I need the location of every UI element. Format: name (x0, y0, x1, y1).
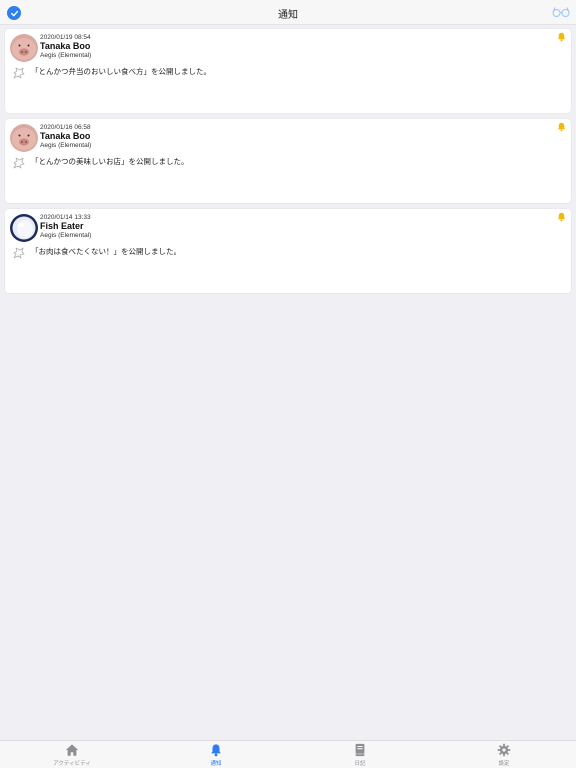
tab-diary[interactable]: 日記 (288, 743, 432, 768)
tab-label: アクティビティ (53, 761, 91, 767)
bell-icon[interactable] (557, 212, 566, 222)
author-group: Aegis (Elemental) (40, 232, 92, 239)
notification-date: 2020/01/16 06:58 (40, 124, 91, 131)
author-name[interactable]: Tanaka Boo (40, 131, 90, 141)
tab-settings[interactable]: 設定 (432, 743, 576, 768)
dragon-icon (13, 247, 25, 259)
book-icon (355, 743, 365, 757)
author-name[interactable]: Fish Eater (40, 221, 84, 231)
avatar[interactable] (10, 214, 38, 242)
notification-message: 「とんかつの美味しいお店」を公開しました。 (31, 157, 189, 166)
tab-label: 通知 (210, 761, 222, 767)
home-icon (65, 744, 79, 756)
notification-card[interactable]: 2020/01/16 06:58 Tanaka Boo Aegis (Eleme… (5, 119, 571, 203)
tab-label: 設定 (498, 761, 510, 767)
bell-icon[interactable] (557, 122, 566, 132)
tab-label: 日記 (354, 761, 366, 767)
nav-bar: 通知 (0, 0, 576, 25)
tab-notifications[interactable]: 通知 (144, 743, 288, 768)
gear-icon (497, 743, 511, 757)
author-group: Aegis (Elemental) (40, 52, 92, 59)
bell-icon (211, 744, 221, 757)
pig-icon (10, 124, 38, 152)
dragon-icon (13, 157, 25, 169)
avatar[interactable] (10, 34, 38, 62)
notification-date: 2020/01/14 13:33 (40, 214, 91, 221)
page-title: 通知 (278, 10, 298, 21)
tab-bar: アクティビティ 通知 日記 設定 (0, 740, 576, 768)
notification-card[interactable]: 2020/01/14 13:33 Fish Eater Aegis (Eleme… (5, 209, 571, 293)
dragon-icon (13, 67, 25, 79)
notification-message: 「とんかつ弁当のおいしい食べ方」を公開しました。 (31, 67, 211, 76)
author-name[interactable]: Tanaka Boo (40, 41, 90, 51)
glasses-icon[interactable] (552, 6, 570, 18)
tab-activity[interactable]: アクティビティ (0, 743, 144, 768)
author-group: Aegis (Elemental) (40, 142, 92, 149)
ghost-icon (10, 214, 38, 242)
bell-icon[interactable] (557, 32, 566, 42)
avatar[interactable] (10, 124, 38, 152)
pig-icon (10, 34, 38, 62)
notification-date: 2020/01/19 08:54 (40, 34, 91, 41)
notification-card[interactable]: 2020/01/19 08:54 Tanaka Boo Aegis (Eleme… (5, 29, 571, 113)
notification-message: 「お肉は食べたくない！」を公開しました。 (31, 247, 181, 256)
app: 通知 2020/01/19 08:54 Tanaka Boo Aegis (El… (0, 0, 576, 768)
